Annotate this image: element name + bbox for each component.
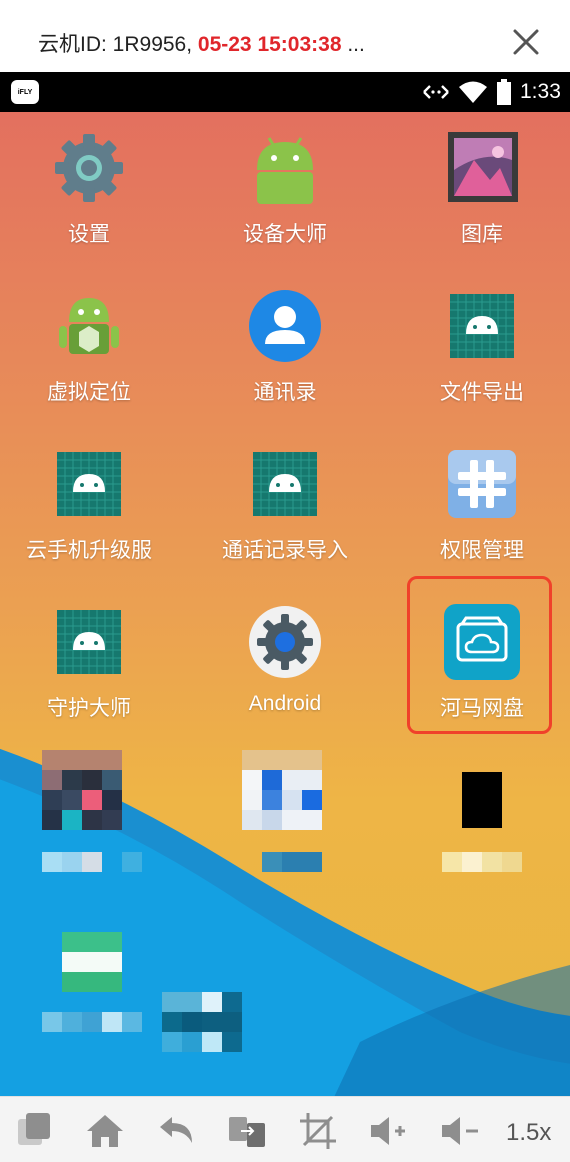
window-header: 云机ID: 1R9956, 05-23 15:03:38 ... <box>0 0 570 72</box>
volume-down-icon[interactable] <box>440 1111 480 1151</box>
app-label: 图库 <box>461 223 503 246</box>
android-default-icon <box>247 446 323 522</box>
app-cloud-upgrade[interactable]: 云手机升级服 <box>0 446 184 564</box>
android-robot-icon <box>247 130 323 206</box>
android-default-icon <box>51 604 127 680</box>
app-contacts[interactable]: 通讯录 <box>190 288 380 406</box>
app-settings[interactable]: 设置 <box>0 130 184 248</box>
title-time: 05-23 15:03:38 <box>197 33 342 56</box>
data-transfer-icon <box>423 85 449 99</box>
app-label: 文件导出 <box>440 381 524 404</box>
app-label: 设备大师 <box>243 223 327 246</box>
copy-icon[interactable] <box>14 1111 54 1151</box>
wifi-icon <box>459 81 487 103</box>
app-label: 云手机升级服 <box>26 539 152 562</box>
clock: 1:33 <box>520 80 561 103</box>
app-file-export[interactable]: 文件导出 <box>387 288 570 406</box>
title-prefix: 云机ID: 1R9956, <box>38 33 198 56</box>
app-virtual-location[interactable]: 虚拟定位 <box>0 288 184 406</box>
bottom-toolbar: 1.5x <box>0 1096 570 1162</box>
settings-gear-icon <box>51 130 127 206</box>
app-label: 虚拟定位 <box>47 381 131 404</box>
android-default-icon <box>51 446 127 522</box>
status-icons: 1:33 <box>422 78 561 106</box>
app-guard-master[interactable]: 守护大师 <box>0 604 184 722</box>
android-box-icon <box>51 288 127 364</box>
app-permission-manager[interactable]: 权限管理 <box>387 446 570 564</box>
app-label: 权限管理 <box>440 539 524 562</box>
hash-icon <box>444 446 520 522</box>
app-label: 通话记录导入 <box>222 539 348 562</box>
selection-highlight <box>407 576 552 734</box>
ifly-logo: iFLY <box>11 80 39 104</box>
app-device-master[interactable]: 设备大师 <box>190 130 380 248</box>
home-screen: 设置 设备大师 图库 虚拟定位 通讯录 文件导出 云手机升级服 通话记录导入 权… <box>0 112 570 1096</box>
app-label: Android <box>248 692 322 715</box>
contacts-icon <box>247 288 323 364</box>
gallery-icon <box>444 130 520 206</box>
close-icon[interactable] <box>508 24 544 60</box>
battery-icon <box>497 79 511 105</box>
app-android-settings[interactable]: Android <box>190 604 380 716</box>
switch-icon[interactable] <box>227 1111 267 1151</box>
android-settings-icon <box>247 604 323 680</box>
app-label: 通讯录 <box>253 381 317 404</box>
title-suffix: ... <box>341 33 365 56</box>
app-label: 设置 <box>68 223 110 246</box>
volume-up-icon[interactable] <box>369 1111 409 1151</box>
status-bar: iFLY 1:33 <box>0 72 570 112</box>
app-label: 守护大师 <box>47 697 131 720</box>
crop-icon[interactable] <box>298 1111 338 1151</box>
android-default-icon <box>444 288 520 364</box>
home-icon[interactable] <box>85 1111 125 1151</box>
app-gallery[interactable]: 图库 <box>387 130 570 248</box>
back-icon[interactable] <box>156 1111 196 1151</box>
window-title: 云机ID: 1R9956, 05-23 15:03:38 ... <box>38 28 365 58</box>
zoom-level-button[interactable]: 1.5x <box>506 1119 551 1147</box>
app-call-log-import[interactable]: 通话记录导入 <box>190 446 380 564</box>
